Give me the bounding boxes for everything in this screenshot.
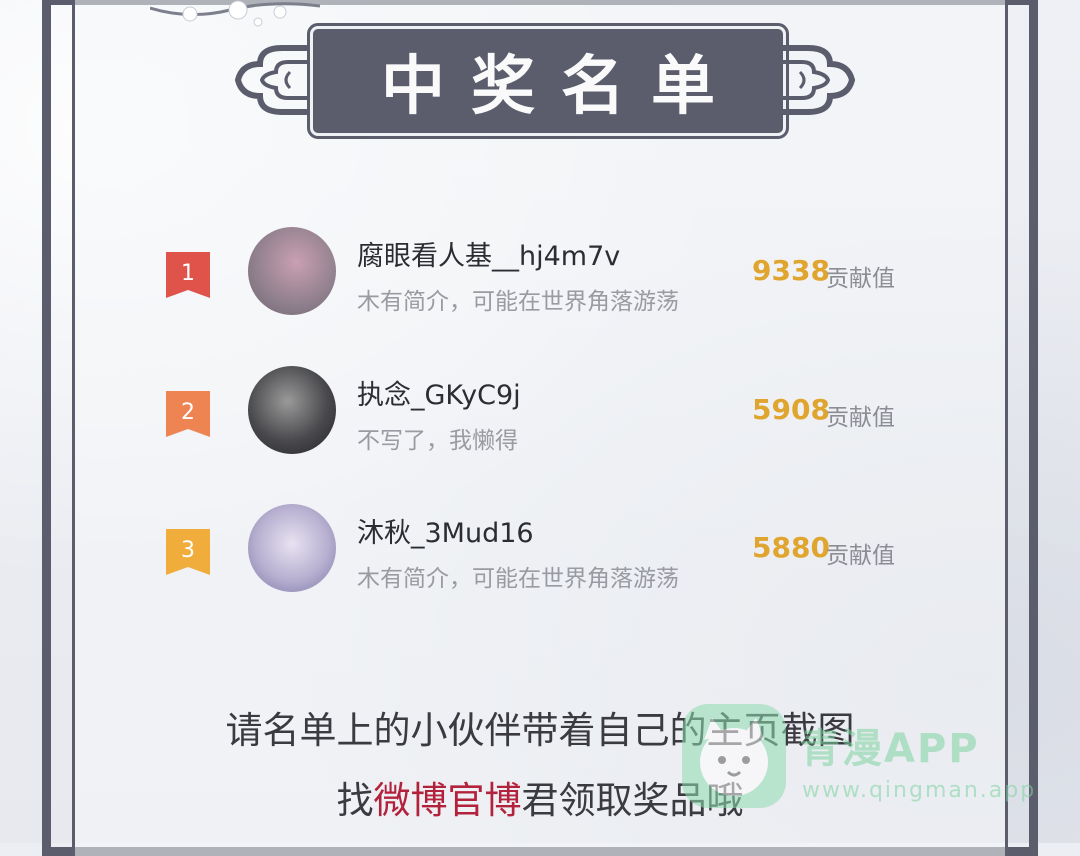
winner-row: 1 腐眼看人基__hj4m7v 木有简介，可能在世界角落游荡 9338 贡献值 xyxy=(0,222,1080,318)
username[interactable]: 腐眼看人基__hj4m7v xyxy=(357,234,620,273)
cat-logo-icon xyxy=(682,704,786,808)
avatar[interactable] xyxy=(248,227,336,315)
username[interactable]: 沐秋_3Mud16 xyxy=(357,511,534,550)
rank-number: 3 xyxy=(181,538,195,563)
username[interactable]: 执念_GKyC9j xyxy=(357,373,521,412)
avatar[interactable] xyxy=(248,366,336,454)
user-bio: 木有简介，可能在世界角落游荡 xyxy=(357,566,679,592)
contribution-score: 9338 xyxy=(752,254,830,287)
instruction-text: 找 xyxy=(336,779,374,822)
avatar[interactable] xyxy=(248,504,336,592)
scroll-ornament-right xyxy=(770,45,856,115)
contribution-label: 贡献值 xyxy=(826,266,895,292)
page-title: 中奖名单 xyxy=(381,49,741,124)
contribution-score: 5908 xyxy=(752,393,830,426)
contribution-label: 贡献值 xyxy=(826,405,895,431)
rank-badge: 1 xyxy=(166,252,210,298)
title-box: 中奖名单 xyxy=(307,23,789,139)
rank-badge: 2 xyxy=(166,391,210,437)
scroll-ornament-left xyxy=(234,45,320,115)
contribution-label: 贡献值 xyxy=(826,543,895,569)
rank-number: 1 xyxy=(181,261,195,286)
watermark-title: 青漫APP xyxy=(800,726,980,772)
winner-row: 2 执念_GKyC9j 不写了，我懒得 5908 贡献值 xyxy=(0,361,1080,457)
rank-number: 2 xyxy=(181,400,195,425)
weibo-official-highlight: 微博官博 xyxy=(373,779,522,822)
watermark-url: www.qingman.app xyxy=(802,778,1037,803)
rank-badge: 3 xyxy=(166,529,210,575)
user-bio: 不写了，我懒得 xyxy=(357,428,518,454)
title-banner: 中奖名单 xyxy=(230,14,860,142)
user-bio: 木有简介，可能在世界角落游荡 xyxy=(357,289,679,315)
contribution-score: 5880 xyxy=(752,531,830,564)
watermark: 青漫APP www.qingman.app xyxy=(672,700,1034,820)
winner-row: 3 沐秋_3Mud16 木有简介，可能在世界角落游荡 5880 贡献值 xyxy=(0,499,1080,595)
